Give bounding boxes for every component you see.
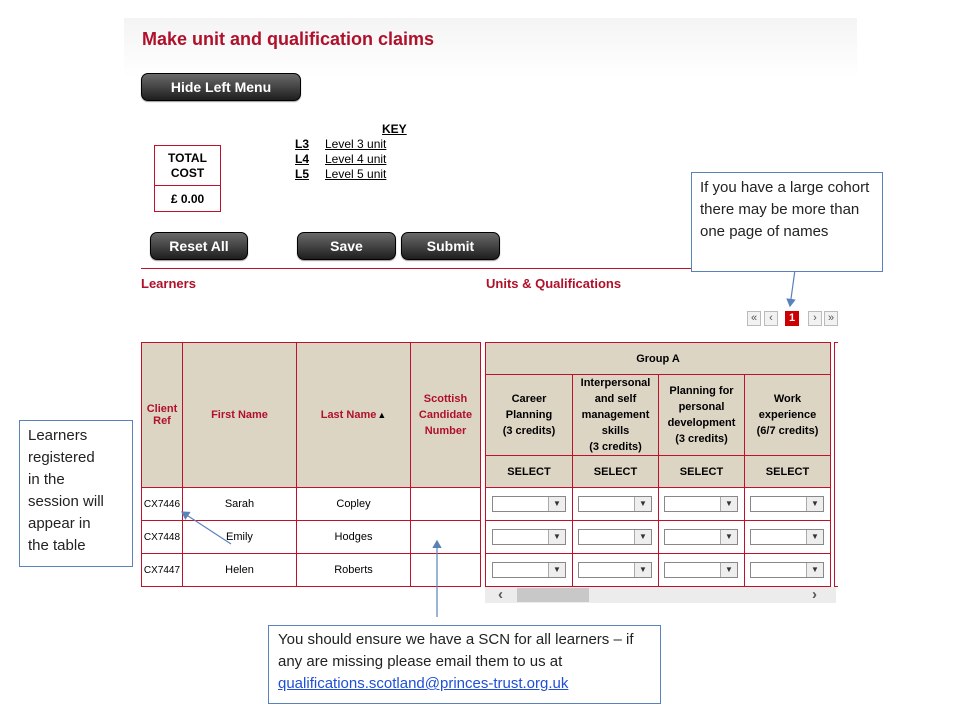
callout-line: the table (28, 537, 86, 554)
callout-scn-text: You should ensure we have a SCN for all … (278, 631, 634, 670)
annotation-arrows (180, 247, 799, 617)
callout-line: Learners (28, 427, 88, 444)
callout-line: session will (28, 493, 104, 510)
callout-learners-arrow (180, 511, 232, 545)
callout-line: appear in (28, 515, 91, 532)
callout-scn-requirement: You should ensure we have a SCN for all … (268, 625, 661, 704)
callout-learners-registered: Learners registered in the session will … (19, 420, 133, 567)
callout-multiple-pages: If you have a large cohort there may be … (691, 172, 883, 272)
callout-line: in the (28, 471, 65, 488)
callout-line: registered (28, 449, 95, 466)
support-email-link[interactable]: qualifications.scotland@princes-trust.or… (278, 675, 568, 692)
